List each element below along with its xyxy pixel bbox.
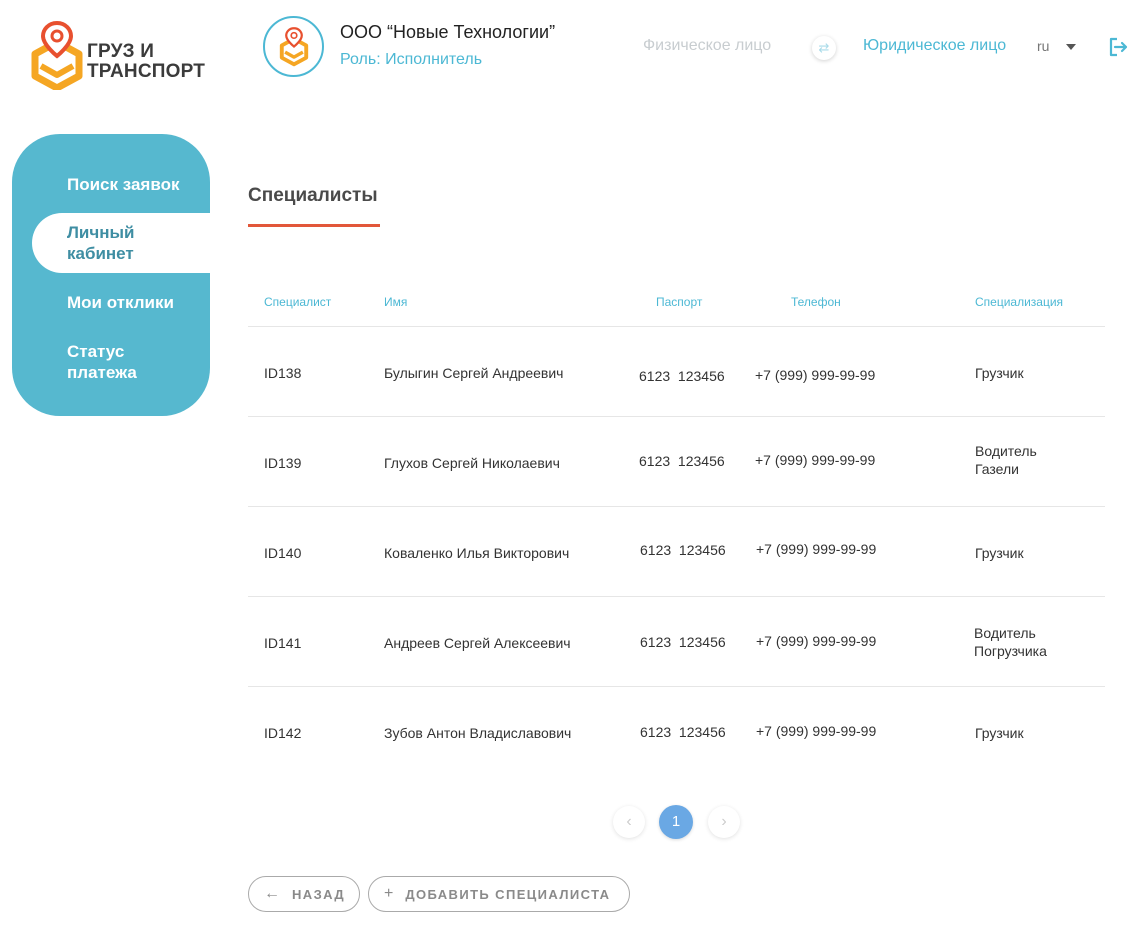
language-select[interactable]: ru xyxy=(1037,38,1049,54)
specialist-id: ID139 xyxy=(264,455,302,471)
specialist-phone: +7 (999) 999-99-99 xyxy=(755,452,876,468)
table-row[interactable]: ID139 Глухов Сергей Николаевич 6123 1234… xyxy=(248,416,1105,506)
table-row[interactable]: ID138 Булыгин Сергей Андреевич 6123 1234… xyxy=(248,326,1105,416)
pagination-prev-button[interactable]: ‹ xyxy=(613,806,645,838)
specialist-name: Зубов Антон Владиславович xyxy=(384,725,572,741)
chevron-down-icon[interactable] xyxy=(1066,44,1076,50)
logo-icon xyxy=(31,20,83,90)
sidebar-item-my-responses[interactable]: Мои отклики xyxy=(12,292,210,313)
specialist-name: Коваленко Илья Викторович xyxy=(384,545,570,561)
logout-icon xyxy=(1109,37,1128,57)
sidebar-item-label: Личный кабинет xyxy=(67,223,135,263)
plus-icon: + xyxy=(384,885,394,902)
column-header-passport: Паспорт xyxy=(656,295,703,309)
specialist-specialization: Водитель Погрузчика xyxy=(974,625,1047,659)
specialist-phone: +7 (999) 999-99-99 xyxy=(756,541,877,557)
add-specialist-button-label: ДОБАВИТЬ СПЕЦИАЛИСТА xyxy=(405,886,611,902)
swap-icon: ⇄ xyxy=(818,40,830,55)
arrow-left-icon: ← xyxy=(264,885,280,902)
specialist-specialization: Грузчик xyxy=(975,365,1024,381)
specialist-name: Андреев Сергей Алексеевич xyxy=(384,635,571,651)
specialist-passport: 6123 123456 xyxy=(640,542,726,558)
company-name: ООО “Новые Технологии” xyxy=(340,22,556,42)
logout-button[interactable] xyxy=(1107,36,1129,58)
column-header-specialist: Специалист xyxy=(264,295,332,309)
company-logo-icon xyxy=(279,27,309,67)
specialist-id: ID141 xyxy=(264,635,302,651)
specialist-specialization: Грузчик xyxy=(975,725,1024,741)
table-row[interactable]: ID142 Зубов Антон Владиславович 6123 123… xyxy=(248,686,1105,776)
specialist-passport: 6123 123456 xyxy=(639,453,725,469)
swap-account-button[interactable]: ⇄ xyxy=(812,36,836,60)
table-row[interactable]: ID141 Андреев Сергей Алексеевич 6123 123… xyxy=(248,596,1105,686)
specialist-id: ID142 xyxy=(264,725,302,741)
sidebar-item-payment-status[interactable]: Статус платежа xyxy=(12,341,162,383)
specialist-passport: 6123 123456 xyxy=(639,368,725,384)
back-button-label: НАЗАД xyxy=(292,886,346,902)
pagination-next-button[interactable]: › xyxy=(708,806,740,838)
specialist-id: ID138 xyxy=(264,365,302,381)
app-logo[interactable]: ГРУЗ И ТРАНСПОРТ xyxy=(30,20,210,90)
chevron-left-icon: ‹ xyxy=(626,813,632,830)
title-underline xyxy=(248,224,380,227)
legal-account-link[interactable]: Юридическое лицо xyxy=(863,37,1006,55)
specialist-phone: +7 (999) 999-99-99 xyxy=(756,723,877,739)
column-header-phone: Телефон xyxy=(791,295,841,309)
pagination-page-1[interactable]: 1 xyxy=(659,805,693,839)
specialist-specialization: Водитель Газели xyxy=(975,443,1037,477)
specialist-name: Булыгин Сергей Андреевич xyxy=(384,365,564,381)
specialist-name: Глухов Сергей Николаевич xyxy=(384,455,560,471)
page-title: Специалисты xyxy=(248,185,378,206)
add-specialist-button[interactable]: + ДОБАВИТЬ СПЕЦИАЛИСТА xyxy=(368,876,630,912)
company-avatar[interactable] xyxy=(263,16,324,77)
chevron-right-icon: › xyxy=(721,813,727,830)
specialist-specialization: Грузчик xyxy=(975,545,1024,561)
column-header-name: Имя xyxy=(384,295,408,309)
table-row[interactable]: ID140 Коваленко Илья Викторович 6123 123… xyxy=(248,506,1105,596)
specialist-passport: 6123 123456 xyxy=(640,724,726,740)
logo-line-1: ГРУЗ И xyxy=(87,41,155,62)
specialist-id: ID140 xyxy=(264,545,302,561)
individual-account-link[interactable]: Физическое лицо xyxy=(643,37,771,55)
specialist-phone: +7 (999) 999-99-99 xyxy=(756,633,877,649)
sidebar-item-personal-cabinet[interactable]: Личный кабинет xyxy=(32,213,230,273)
logo-text: ГРУЗ И ТРАНСПОРТ xyxy=(87,42,205,82)
sidebar-nav: Поиск заявок Личный кабинет Мои отклики … xyxy=(12,134,230,416)
column-header-specialization: Специализация xyxy=(975,295,1064,309)
logo-line-2: ТРАНСПОРТ xyxy=(87,61,206,82)
sidebar-item-search-requests[interactable]: Поиск заявок xyxy=(12,174,210,195)
company-role: Роль: Исполнитель xyxy=(340,51,483,68)
specialist-phone: +7 (999) 999-99-99 xyxy=(755,367,876,383)
specialist-passport: 6123 123456 xyxy=(640,634,726,650)
back-button[interactable]: ← НАЗАД xyxy=(248,876,360,912)
